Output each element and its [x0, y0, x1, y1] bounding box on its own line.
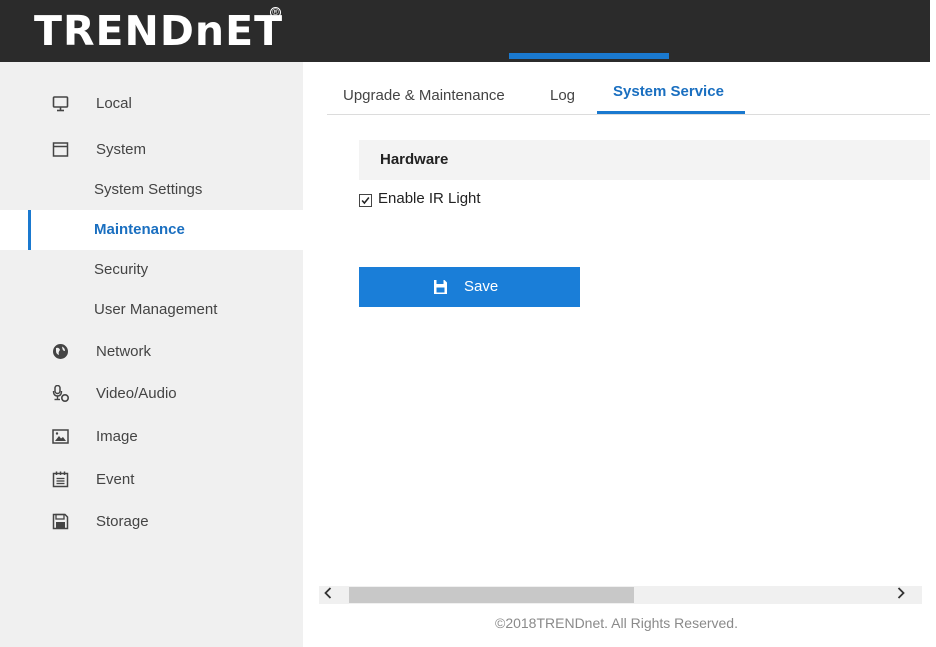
footer-copyright: ©2018TRENDnet. All Rights Reserved.: [495, 615, 738, 631]
sidebar: Local System System Settings Maintenance…: [0, 62, 303, 647]
sidebar-item-label: Video/Audio: [96, 385, 177, 402]
active-tab-indicator: [597, 111, 745, 114]
sidebar-item-label: System Settings: [94, 181, 203, 198]
tab-log[interactable]: Log: [550, 87, 575, 104]
scroll-thumb[interactable]: [349, 587, 634, 603]
floppy-disk-icon: [434, 280, 447, 294]
tab-bar: Upgrade & Maintenance Log System Service: [327, 62, 930, 115]
sidebar-item-label: User Management: [94, 301, 218, 318]
sidebar-item-label: Maintenance: [94, 221, 185, 238]
main-content: Upgrade & Maintenance Log System Service…: [303, 62, 930, 647]
top-header: TRENDnET ®: [0, 0, 930, 62]
save-button-label: Save: [464, 278, 499, 295]
globe-icon: [53, 344, 68, 359]
section-header: Hardware: [359, 140, 930, 180]
registered-mark: ®: [270, 7, 281, 18]
sidebar-item-video-audio[interactable]: Video/Audio: [0, 374, 303, 414]
sidebar-item-local[interactable]: Local: [0, 84, 303, 124]
brand-logo: TRENDnET: [34, 7, 284, 55]
sidebar-item-label: System: [96, 141, 147, 158]
sidebar-item-maintenance[interactable]: Maintenance: [0, 210, 303, 250]
sidebar-item-label: Storage: [96, 513, 149, 530]
window-icon: [52, 142, 69, 157]
sidebar-item-network[interactable]: Network: [0, 332, 303, 372]
section-title: Hardware: [380, 151, 449, 168]
sidebar-item-label: Security: [94, 261, 149, 278]
calendar-icon: [52, 471, 69, 488]
sidebar-item-user-management[interactable]: User Management: [0, 290, 303, 330]
sidebar-item-image[interactable]: Image: [0, 417, 303, 457]
tab-upgrade-maintenance[interactable]: Upgrade & Maintenance: [343, 87, 505, 104]
scroll-left-icon[interactable]: [323, 586, 337, 604]
sidebar-item-system-settings[interactable]: System Settings: [0, 170, 303, 210]
header-active-indicator: [509, 53, 669, 59]
enable-ir-light-checkbox[interactable]: [359, 194, 372, 207]
sidebar-item-label: Local: [96, 95, 132, 112]
enable-ir-light-label[interactable]: Enable IR Light: [378, 190, 481, 207]
monitor-icon: [52, 96, 69, 112]
sidebar-item-system[interactable]: System: [0, 130, 303, 170]
sidebar-item-storage[interactable]: Storage: [0, 502, 303, 542]
microphone-icon: [52, 385, 69, 402]
floppy-disk-icon: [52, 513, 69, 530]
image-icon: [52, 429, 69, 444]
sidebar-item-label: Image: [96, 428, 138, 445]
active-indicator: [28, 210, 31, 250]
horizontal-scrollbar[interactable]: [319, 586, 922, 604]
sidebar-item-event[interactable]: Event: [0, 460, 303, 500]
scroll-right-icon[interactable]: [896, 586, 910, 604]
tab-system-service[interactable]: System Service: [613, 83, 724, 100]
sidebar-item-label: Event: [96, 471, 135, 488]
sidebar-item-label: Network: [96, 343, 152, 360]
save-button[interactable]: Save: [359, 267, 580, 307]
sidebar-item-security[interactable]: Security: [0, 250, 303, 290]
